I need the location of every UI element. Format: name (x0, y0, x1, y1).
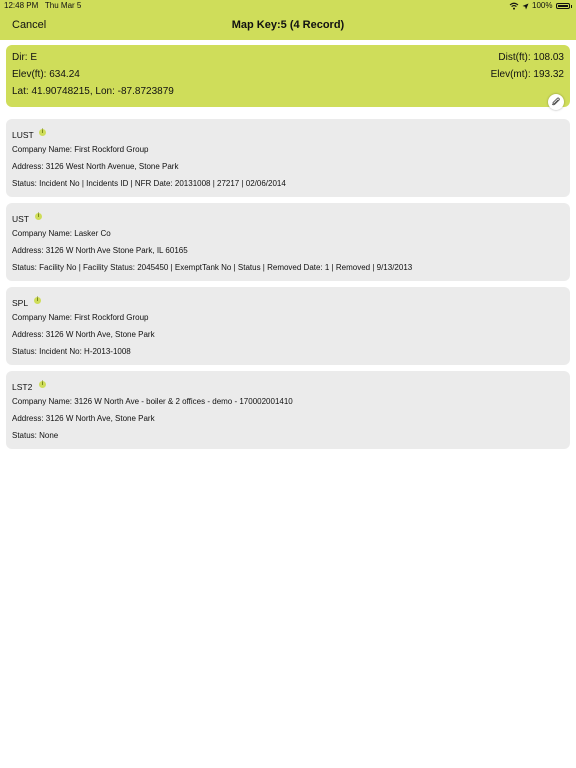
header: 12:48 PM Thu Mar 5 100% Cancel Map Key:5… (0, 0, 576, 40)
direction-label: Dir: E (12, 52, 37, 63)
info-icon[interactable]: i (34, 297, 41, 304)
record-company: Company Name: Lasker Co (12, 229, 111, 238)
nav-bar: Cancel Map Key:5 (4 Record) (0, 14, 576, 38)
record-status: Status: Incident No | Incidents ID | NFR… (12, 179, 286, 188)
record-status: Status: None (12, 431, 59, 440)
battery-tip (570, 4, 572, 8)
info-icon[interactable]: i (39, 381, 46, 388)
record-address: Address: 3126 W North Ave, Stone Park (12, 414, 155, 423)
record-company: Company Name: First Rockford Group (12, 145, 149, 154)
location-info-panel: Dir: E Dist(ft): 108.03 Elev(ft): 634.24… (6, 45, 570, 110)
record-company: Company Name: 3126 W North Ave - boiler … (12, 397, 293, 406)
status-bar: 12:48 PM Thu Mar 5 100% (0, 0, 576, 12)
battery-icon (555, 3, 570, 9)
record-address: Address: 3126 W North Ave Stone Park, IL… (12, 246, 188, 255)
record-address: Address: 3126 West North Avenue, Stone P… (12, 162, 179, 171)
info-icon[interactable]: i (39, 129, 46, 136)
status-indicators: 100% (509, 0, 572, 12)
record-card-lst2[interactable]: LST2 i Company Name: 3126 W North Ave - … (6, 371, 570, 449)
distance-label: Dist(ft): 108.03 (498, 52, 564, 63)
record-code: UST (12, 214, 29, 224)
battery-percent: 100% (532, 1, 553, 10)
record-status: Status: Incident No: H-2013-1008 (12, 347, 131, 356)
lat-lon-label: Lat: 41.90748215, Lon: -87.8723879 (12, 86, 174, 97)
paperclip-icon (551, 97, 560, 106)
record-code: LST2 (12, 382, 33, 392)
record-company: Company Name: First Rockford Group (12, 313, 149, 322)
wifi-icon (509, 2, 519, 10)
page-title: Map Key:5 (4 Record) (231, 19, 345, 31)
record-code: SPL (12, 298, 29, 308)
elevation-ft-label: Elev(ft): 634.24 (12, 69, 80, 80)
status-time: 12:48 PM (4, 1, 39, 10)
attachment-button[interactable] (548, 94, 564, 110)
info-icon[interactable]: i (35, 213, 42, 220)
record-card-lust[interactable]: LUST i Company Name: First Rockford Grou… (6, 119, 570, 197)
location-arrow-icon (522, 3, 529, 9)
elevation-mt-label: Elev(mt): 193.32 (490, 69, 564, 80)
record-status: Status: Facility No | Facility Status: 2… (12, 263, 413, 272)
record-address: Address: 3126 W North Ave, Stone Park (12, 330, 155, 339)
status-time-date: 12:48 PM Thu Mar 5 (4, 0, 81, 12)
record-card-spl[interactable]: SPL i Company Name: First Rockford Group… (6, 287, 570, 365)
record-code: LUST (12, 130, 34, 140)
record-card-ust[interactable]: UST i Company Name: Lasker Co Address: 3… (6, 203, 570, 281)
status-date: Thu Mar 5 (44, 1, 82, 10)
